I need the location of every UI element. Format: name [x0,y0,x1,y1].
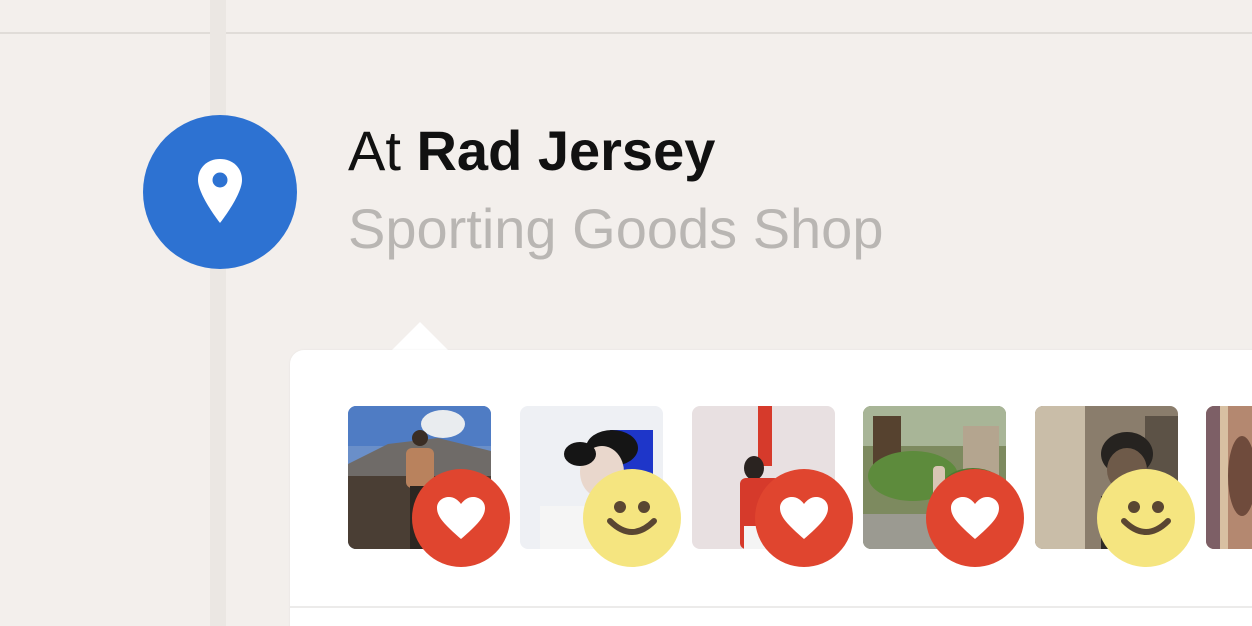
reaction-photo-6[interactable] [1206,406,1252,549]
location-pin-icon [198,159,242,223]
love-reaction-3 [755,469,853,567]
card-caret [390,322,450,352]
smile-reaction-5 [1097,469,1195,567]
place-name[interactable]: Rad Jersey [416,119,715,182]
love-reaction-1 [412,469,510,567]
blurred-photo [1206,406,1252,549]
place-prefix: At [348,119,401,182]
smile-icon [1121,501,1171,535]
place-category: Sporting Goods Shop [348,197,884,260]
checkin-story: At Rad Jersey Sporting Goods Shop [0,0,1252,626]
card-divider [290,606,1252,608]
top-divider [0,32,1252,34]
love-icon [780,497,828,539]
love-icon [951,497,999,539]
smile-icon [607,501,657,535]
place-title[interactable]: At Rad Jersey [348,118,715,184]
love-icon [437,497,485,539]
smile-reaction-2 [583,469,681,567]
location-badge[interactable] [143,115,297,269]
love-reaction-4 [926,469,1024,567]
timeline-line [210,0,226,626]
